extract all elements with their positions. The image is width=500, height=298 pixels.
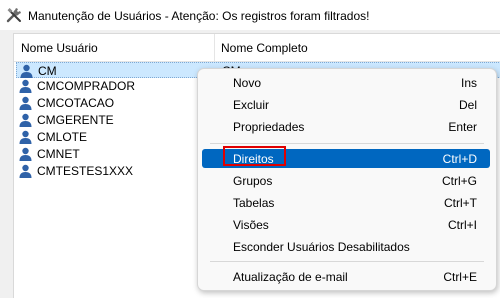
row-user-name: CMCOTACAO — [37, 96, 115, 110]
menu-item-label: Visões — [233, 218, 269, 232]
menu-item-excluir[interactable]: Excluir Del — [202, 95, 490, 114]
menu-item-shortcut: Enter — [448, 120, 477, 134]
menu-item-shortcut: Ins — [460, 76, 477, 90]
menu-item-esconder-usuarios-desabilitados[interactable]: Esconder Usuários Desabilitados — [202, 237, 490, 256]
menu-separator — [210, 143, 484, 144]
annotation-highlight-box — [223, 146, 286, 166]
menu-item-atualizacao-email[interactable]: Atualização de e-mail Ctrl+E — [202, 267, 490, 286]
user-icon — [20, 64, 33, 78]
row-user-name: CMGERENTE — [37, 113, 114, 127]
row-user-name: CM — [38, 64, 57, 78]
menu-item-label: Atualização de e-mail — [233, 270, 348, 284]
row-user-name: CMCOMPRADOR — [37, 79, 135, 93]
user-icon — [19, 164, 32, 178]
list-header: Nome Usuário Nome Completo — [14, 34, 500, 62]
menu-item-label: Tabelas — [233, 196, 275, 210]
menu-item-tabelas[interactable]: Tabelas Ctrl+T — [202, 193, 490, 212]
menu-item-label: Esconder Usuários Desabilitados — [233, 240, 410, 254]
user-icon — [19, 79, 32, 93]
title-bar: Manutenção de Usuários - Atenção: Os reg… — [0, 0, 500, 30]
menu-item-novo[interactable]: Novo Ins — [202, 73, 490, 92]
menu-item-visoes[interactable]: Visões Ctrl+I — [202, 215, 490, 234]
menu-item-shortcut: Ctrl+T — [444, 196, 477, 210]
context-menu: Novo Ins Excluir Del Propriedades Enter … — [197, 68, 497, 291]
user-icon — [19, 96, 32, 110]
menu-item-shortcut: Ctrl+E — [443, 270, 477, 284]
menu-item-label: Novo — [233, 76, 262, 90]
column-header-full-name[interactable]: Nome Completo — [221, 41, 308, 55]
menu-item-direitos[interactable]: Direitos Ctrl+D — [202, 146, 490, 168]
column-header-user-name[interactable]: Nome Usuário — [21, 41, 98, 55]
menu-item-shortcut: Ctrl+G — [441, 174, 477, 188]
user-icon — [19, 113, 32, 127]
row-user-name: CMTESTES1XXX — [37, 164, 134, 178]
menu-separator — [210, 261, 484, 262]
row-user-name: CMLOTE — [37, 130, 88, 144]
menu-item-shortcut: Del — [458, 98, 477, 112]
user-icon — [19, 130, 32, 144]
window-title: Manutenção de Usuários - Atenção: Os reg… — [28, 9, 370, 23]
menu-item-label: Propriedades — [233, 120, 305, 134]
user-icon — [19, 147, 32, 161]
row-user-name: CMNET — [37, 147, 80, 161]
menu-item-label: Excluir — [233, 98, 270, 112]
column-divider[interactable] — [214, 34, 215, 61]
tools-icon — [6, 8, 21, 23]
menu-item-shortcut: Ctrl+D — [442, 152, 477, 166]
menu-item-grupos[interactable]: Grupos Ctrl+G — [202, 171, 490, 190]
menu-item-propriedades[interactable]: Propriedades Enter — [202, 117, 490, 136]
menu-item-label: Grupos — [233, 174, 273, 188]
menu-item-shortcut: Ctrl+I — [447, 218, 477, 232]
